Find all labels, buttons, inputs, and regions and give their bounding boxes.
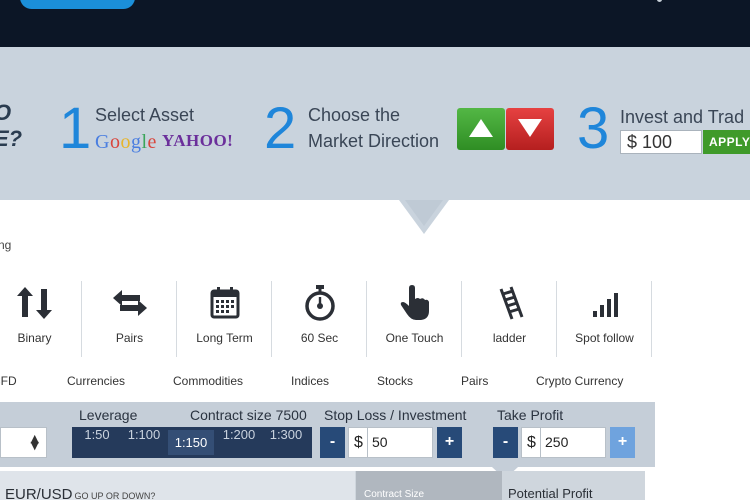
leverage-option[interactable]: 1:100 <box>121 427 167 458</box>
contract-size-heading: Contract Size <box>364 489 425 500</box>
step-1-number: 1 <box>59 96 92 161</box>
stop-loss-minus-button[interactable]: - <box>320 427 345 458</box>
contract-size-label: Contract size 7500 <box>190 407 307 423</box>
leverage-option[interactable]: 1:50 <box>74 427 120 458</box>
asset-pair-question: GO UP OR DOWN? <box>74 491 156 500</box>
take-profit-label: Take Profit <box>497 407 564 423</box>
trade-type-long-term[interactable]: Long Term <box>177 280 272 358</box>
trade-type-spot-follow[interactable]: Spot follow <box>557 280 652 358</box>
up-direction-button[interactable] <box>457 108 505 150</box>
divider <box>366 281 367 357</box>
invest-amount: 100 <box>642 132 673 152</box>
stop-loss-input[interactable]: 50 <box>367 427 433 458</box>
trade-type-one-touch[interactable]: One Touch <box>367 280 462 358</box>
category-crypto-currency[interactable]: Crypto Currency <box>536 374 623 388</box>
step-3-number: 3 <box>577 96 610 161</box>
trade-type-ladder[interactable]: ladder <box>462 280 557 358</box>
divider <box>651 281 652 357</box>
category-cfd[interactable]: CFD <box>0 374 17 388</box>
divider <box>271 281 272 357</box>
asset-pair-title: EUR/USD GO UP OR DOWN? <box>5 486 155 500</box>
trade-type-label: Long Term <box>196 331 253 345</box>
ladder-icon <box>499 286 523 320</box>
pointer-hand-icon <box>400 285 429 320</box>
google-logo: Google <box>95 131 157 153</box>
potential-profit-heading: Potential Profit <box>508 486 593 500</box>
leverage-label: Leverage <box>79 407 138 423</box>
banner-left-text-line2: E? <box>0 126 23 151</box>
leverage-selector: 1:50 1:100 1:150 1:200 1:300 <box>72 427 312 458</box>
take-profit-plus-button[interactable]: + <box>610 427 635 458</box>
stop-loss-currency: $ <box>348 427 368 458</box>
left-right-arrows-icon <box>112 290 147 316</box>
down-arrow-icon <box>518 119 542 137</box>
step-2-number: 2 <box>264 96 297 161</box>
banner-left-text-line1: O <box>0 100 11 126</box>
step-2-line2: Market Direction <box>308 131 440 151</box>
trade-type-label: ladder <box>492 331 527 345</box>
divider <box>556 281 557 357</box>
nav-button[interactable] <box>20 0 135 9</box>
trade-type-label: Binary <box>17 331 52 345</box>
trade-type-label: Pairs <box>115 331 144 345</box>
nav-dot-icon <box>657 0 662 2</box>
leverage-option[interactable]: 1:200 <box>216 427 262 458</box>
breadcrumb: ng <box>0 238 12 252</box>
take-profit-minus-button[interactable]: - <box>493 427 518 458</box>
category-indices[interactable]: Indices <box>291 374 329 388</box>
trade-type-binary[interactable]: Binary <box>0 280 82 358</box>
invest-currency: $ <box>627 132 638 152</box>
trading-page: O E? 1 Select Asset Google YAHOO! 2 Choo… <box>0 0 750 500</box>
trade-type-label: Spot follow <box>575 331 634 345</box>
stop-loss-label: Stop Loss / Investment <box>324 407 467 423</box>
step-3-title: Invest and Trad <box>620 107 745 127</box>
trade-type-pairs[interactable]: Pairs <box>82 280 177 358</box>
yahoo-logo: YAHOO! <box>162 131 234 150</box>
up-down-arrows-icon <box>16 287 52 319</box>
leverage-option[interactable]: 1:300 <box>263 427 309 458</box>
down-direction-button[interactable] <box>506 108 554 150</box>
step-2-line1: Choose the <box>308 105 401 125</box>
up-arrow-icon <box>469 119 493 137</box>
trade-type-label: One Touch <box>385 331 444 345</box>
category-commodities[interactable]: Commodities <box>173 374 243 388</box>
banner-pointer-inner <box>405 200 443 226</box>
asset-select[interactable]: ▲ ▼ <box>0 427 47 458</box>
stopwatch-icon <box>304 285 335 321</box>
trade-type-60-sec[interactable]: 60 Sec <box>272 280 367 358</box>
asset-pair: EUR/USD <box>5 486 73 500</box>
step-1-title: Select Asset <box>95 105 195 125</box>
signal-bars-icon <box>592 293 618 317</box>
apply-button[interactable]: APPLY <box>703 130 750 154</box>
divider <box>81 281 82 357</box>
category-stocks[interactable]: Stocks <box>377 374 413 388</box>
leverage-option-selected[interactable]: 1:150 <box>168 430 214 455</box>
trade-type-label: 60 Sec <box>300 331 339 345</box>
take-profit-currency: $ <box>521 427 541 458</box>
invest-amount-field[interactable]: $ 100 <box>620 130 702 154</box>
category-pairs[interactable]: Pairs <box>461 374 488 388</box>
calendar-icon <box>210 287 239 319</box>
category-currencies[interactable]: Currencies <box>67 374 125 388</box>
top-nav-bar <box>0 0 750 47</box>
stop-loss-plus-button[interactable]: + <box>437 427 462 458</box>
select-caret-icon: ▲ ▼ <box>30 432 39 452</box>
divider <box>176 281 177 357</box>
take-profit-input[interactable]: 250 <box>540 427 606 458</box>
divider <box>461 281 462 357</box>
